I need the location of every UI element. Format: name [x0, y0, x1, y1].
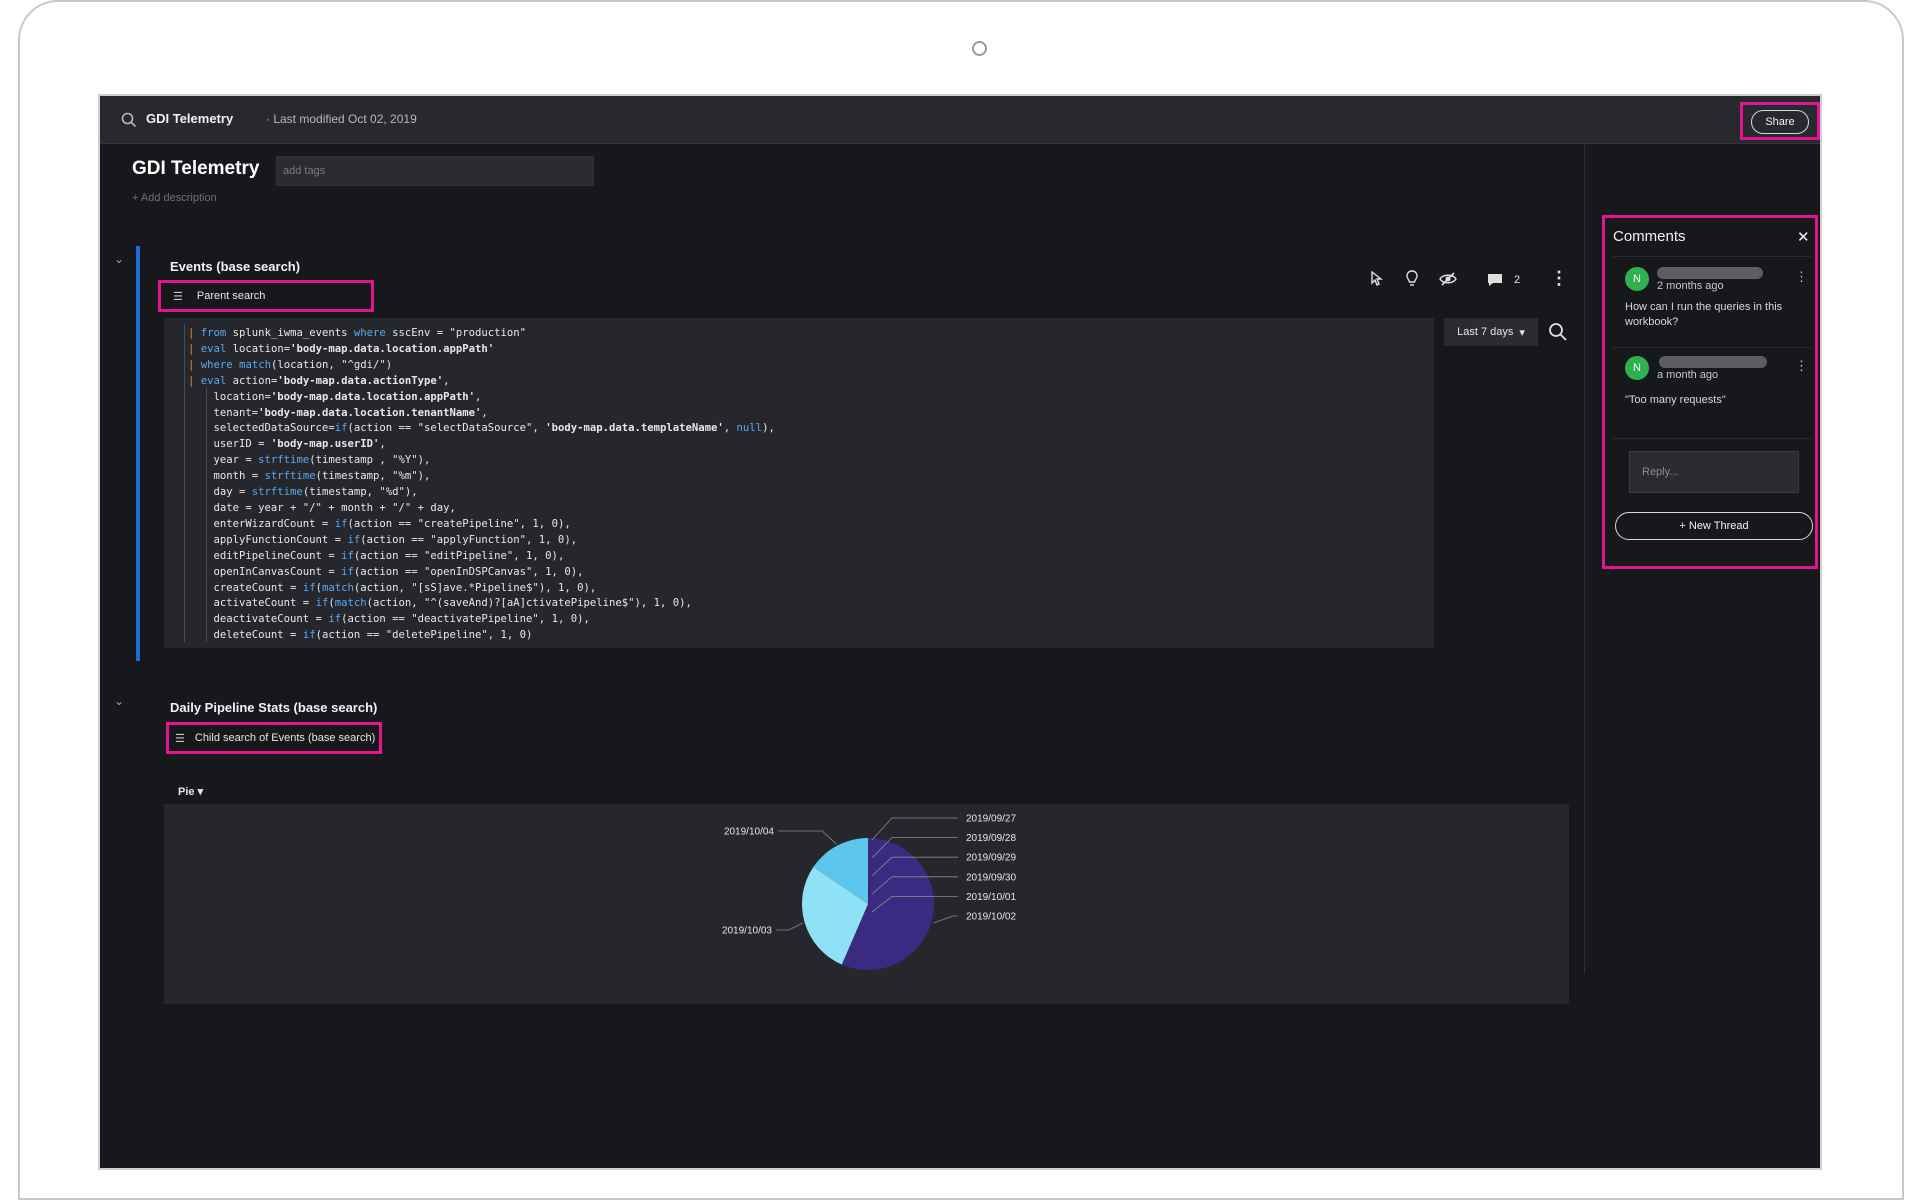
code-line: selectedDataSource=if(action == "selectD… [188, 422, 775, 435]
code-line: deactivateCount = if(action == "deactiva… [188, 613, 590, 626]
code-line: deleteCount = if(action == "deletePipeli… [188, 629, 533, 642]
pie-label: 2019/10/03 [722, 926, 772, 937]
pie-leader-line [778, 830, 837, 845]
divider [1613, 438, 1811, 439]
pie-label: 2019/10/04 [724, 827, 774, 838]
parent-search-label: Parent search [196, 290, 266, 302]
pie-leader-line [933, 915, 958, 924]
query-editor[interactable]: | from splunk_iwma_events where sscEnv =… [164, 318, 1434, 648]
share-button[interactable]: Share [1751, 110, 1809, 134]
viz-type-select[interactable]: Pie ▾ [178, 785, 203, 798]
code-line: activateCount = if(match(action, "^(save… [188, 597, 692, 610]
child-search-chip[interactable]: ☰ Child search of Events (base search) [166, 722, 382, 754]
run-search-icon[interactable] [1547, 321, 1569, 343]
viz-type-label: Pie [178, 786, 195, 798]
code-line: tenant='body-map.data.location.tenantNam… [188, 406, 488, 419]
hide-icon[interactable] [1438, 271, 1458, 287]
filter-icon: ☰ [173, 290, 183, 303]
code-line: openInCanvasCount = if(action == "openIn… [188, 565, 584, 578]
section-accent-bar [136, 246, 140, 661]
comment-menu-icon[interactable]: ⋮ [1795, 269, 1808, 285]
code-line: | eval location='body-map.data.location.… [188, 342, 495, 355]
comment-time: 2 months ago [1657, 280, 1724, 292]
caret-down-icon: ▾ [1519, 326, 1525, 339]
code-line: date = year + "/" + month + "/" + day, [188, 501, 456, 514]
reply-input[interactable] [1629, 451, 1799, 493]
pointer-icon[interactable] [1368, 270, 1384, 288]
last-modified-text: · Last modified Oct 02, 2019 [266, 112, 417, 126]
code-line: day = strftime(timestamp, "%d"), [188, 486, 418, 499]
pie-leader-line [776, 922, 803, 931]
comment-time: a month ago [1657, 369, 1719, 381]
new-thread-button[interactable]: + New Thread [1615, 512, 1813, 540]
pie-label: 2019/09/27 [966, 814, 1016, 825]
panel-divider [1584, 144, 1585, 974]
stats-section-title: Daily Pipeline Stats (base search) [170, 700, 378, 715]
search-icon[interactable] [120, 111, 138, 129]
code-line: location='body-map.data.location.appPath… [188, 390, 482, 403]
events-section-title: Events (base search) [170, 259, 301, 274]
redacted-author [1657, 267, 1763, 279]
parent-search-chip[interactable]: ☰ Parent search [158, 280, 374, 312]
add-description-link[interactable]: + Add description [132, 192, 217, 204]
child-search-label: Child search of Events (base search) [194, 732, 376, 744]
workbook-title: GDI Telemetry [146, 111, 234, 126]
comment-body: "Too many requests" [1625, 394, 1726, 406]
app-window: GDI Telemetry · Last modified Oct 02, 20… [98, 94, 1822, 1170]
pie-label: 2019/09/30 [966, 872, 1016, 883]
camera-icon [972, 41, 987, 56]
caret-down-icon: ▾ [197, 786, 204, 798]
avatar: N [1625, 356, 1649, 380]
pie-chart: 2019/09/27 2019/09/28 2019/09/29 2019/09/30… [722, 814, 1016, 970]
pie-label: 2019/10/02 [966, 912, 1016, 923]
code-line: userID = 'body-map.userID', [188, 438, 386, 451]
page-title: GDI Telemetry [132, 158, 260, 179]
code-line: createCount = if(match(action, "[sS]ave.… [188, 581, 597, 594]
comments-title: Comments [1613, 228, 1686, 245]
comment-item: N a month ago ⋮ "Too many requests" [1613, 347, 1811, 419]
close-icon[interactable]: ✕ [1797, 228, 1810, 246]
code-line: month = strftime(timestamp, "%m"), [188, 470, 431, 483]
pie-chart-panel: 2019/09/27 2019/09/28 2019/09/29 2019/09/30… [164, 804, 1569, 1004]
comment-item: N 2 months ago ⋮ How can I run the queri… [1613, 256, 1811, 347]
pie-label: 2019/09/28 [966, 833, 1016, 844]
code-line: year = strftime(timestamp , "%Y"), [188, 454, 431, 467]
top-bar: GDI Telemetry · Last modified Oct 02, 20… [100, 96, 1820, 144]
redacted-author [1659, 356, 1767, 368]
avatar: N [1625, 267, 1649, 291]
comment-body: How can I run the queries in this workbo… [1625, 301, 1783, 328]
code-line: | where match(location, "^gdi/") [188, 358, 393, 371]
pie-label: 2019/10/01 [966, 892, 1016, 903]
lightbulb-icon[interactable] [1404, 269, 1420, 289]
code-line: applyFunctionCount = if(action == "apply… [188, 533, 578, 546]
code-line: enterWizardCount = if(action == "createP… [188, 517, 571, 530]
comments-panel: Comments ✕ N 2 months ago ⋮ How can I ru… [1602, 215, 1818, 569]
more-options-icon[interactable]: ⋮ [1550, 268, 1568, 289]
query-code: | from splunk_iwma_events where sscEnv =… [188, 326, 775, 644]
code-line: editPipelineCount = if(action == "editPi… [188, 549, 565, 562]
share-highlight: Share [1740, 102, 1820, 140]
collapse-chevron-icon[interactable]: ⌄ [114, 252, 124, 266]
pie-leader-line [871, 817, 958, 841]
code-line: | eval action='body-map.data.actionType'… [188, 374, 450, 387]
tags-input[interactable] [276, 156, 594, 186]
collapse-chevron-icon[interactable]: ⌄ [114, 694, 124, 708]
code-gutter [184, 324, 185, 642]
comment-menu-icon[interactable]: ⋮ [1795, 358, 1808, 374]
code-line: | from splunk_iwma_events where sscEnv =… [188, 327, 527, 339]
comment-icon[interactable] [1486, 272, 1504, 288]
pie-label: 2019/09/29 [966, 853, 1016, 864]
time-range-label: Last 7 days [1457, 326, 1514, 338]
time-range-picker[interactable]: Last 7 days ▾ [1444, 318, 1538, 346]
comment-count: 2 [1514, 274, 1521, 286]
filter-icon: ☰ [175, 732, 185, 745]
